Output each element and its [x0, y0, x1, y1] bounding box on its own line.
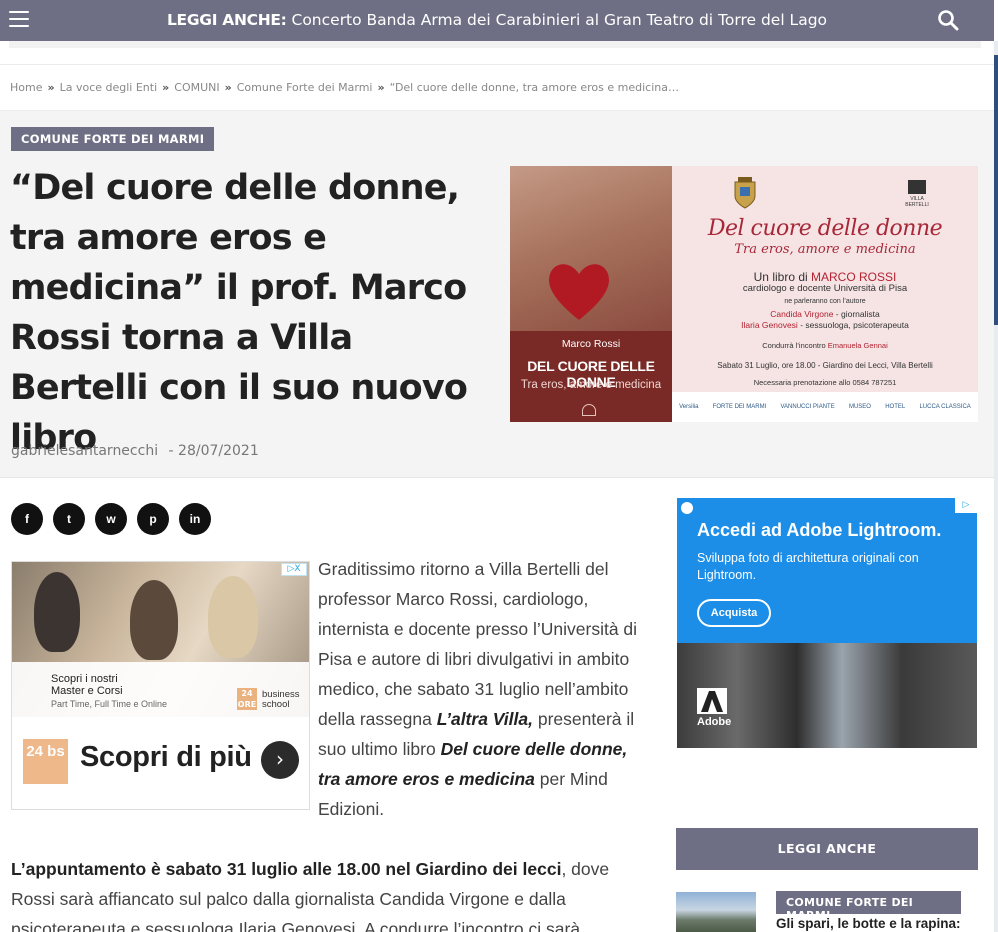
- whatsapp-icon: w: [106, 512, 116, 526]
- poster-subtitle: Tra eros, amore e medicina: [734, 242, 916, 257]
- whatsapp-share-button[interactable]: w: [95, 503, 127, 535]
- business-school-logo: 24 bs: [23, 739, 68, 784]
- cover-author: Marco Rossi: [561, 338, 621, 350]
- speaker1-name: Candida Virgone: [770, 309, 834, 319]
- poster-line-booking: Necessaria prenotazione allo 0584 787251: [753, 378, 897, 387]
- breadcrumb-separator: »: [47, 81, 55, 94]
- poster-line-host: Condurrà l’incontro Emanuela Gennai: [672, 341, 978, 350]
- ad-caption-title: Scopri i nostri Master e Corsi: [51, 673, 123, 697]
- breadcrumb-comune-forte-dei-marmi[interactable]: Comune Forte dei Marmi: [237, 81, 373, 94]
- top-bar: LEGGI ANCHE: Concerto Banda Arma dei Car…: [0, 0, 994, 41]
- poster-line-author: Un libro di MARCO ROSSI: [672, 270, 978, 284]
- host-name: Emanuela Gennai: [827, 341, 888, 350]
- linkedin-icon: in: [189, 512, 201, 526]
- ad-caption-subtitle: Part Time, Full Time e Online: [51, 699, 168, 709]
- ad-person-figure: [34, 572, 80, 652]
- poster-line-credentials: cardiologo e docente Università di Pisa: [742, 283, 908, 294]
- ad-person-figure: [130, 580, 178, 660]
- speaker2-role: - sessuologa, psicoterapeuta: [797, 320, 909, 330]
- ad-headline: Accedi ad Adobe Lightroom.: [697, 520, 942, 540]
- book-cover: Marco Rossi DEL CUORE DELLE DONNE Tra er…: [510, 166, 672, 422]
- poster-title: Del cuore delle donne: [707, 216, 943, 241]
- sponsor-logos: Versilia FORTE DEI MARMI VANNUCCI PIANTE…: [672, 392, 978, 422]
- inline-advertisement[interactable]: ▷X Scopri i nostri Master e Corsi Part T…: [11, 561, 310, 810]
- article-paragraph-1: Graditissimo ritorno a Villa Bertelli de…: [318, 554, 638, 824]
- article-hero: COMUNE FORTE DEI MARMI “Del cuore delle …: [0, 111, 994, 478]
- category-badge[interactable]: COMUNE FORTE DEI MARMI: [11, 127, 215, 151]
- villa-bertelli-logo: VILLA BERTELLI: [902, 180, 932, 208]
- breadcrumb: Home » La voce degli Enti » COMUNI » Comune Fo…: [0, 64, 994, 111]
- poster-author-name: MARCO ROSSI: [811, 270, 897, 284]
- ad-person-figure: [208, 576, 258, 658]
- villa-logo-text: VILLA BERTELLI: [905, 196, 929, 208]
- poster-line1-text: Un libro di: [753, 270, 811, 284]
- sponsor-logo: FORTE DEI MARMI: [712, 404, 767, 410]
- twitter-share-button[interactable]: t: [53, 503, 85, 535]
- related-article-thumbnail[interactable]: [676, 892, 756, 932]
- host-intro: Condurrà l’incontro: [762, 341, 828, 350]
- adobe-logo-icon: [697, 688, 727, 714]
- ad-brand-name: business school: [262, 689, 300, 710]
- linkedin-share-button[interactable]: in: [179, 503, 211, 535]
- sponsor-logo: Versilia: [679, 404, 699, 410]
- ad-info-icon[interactable]: [681, 502, 693, 514]
- sponsor-logo: MUSEO: [848, 404, 871, 410]
- event-details-highlight: L’appuntamento è sabato 31 luglio alle 1…: [11, 859, 562, 879]
- event-series-name: L’altra Villa,: [436, 709, 533, 729]
- poster-line-speaker1: Candida Virgone - giornalista: [672, 309, 978, 319]
- sponsor-logo: HOTEL: [885, 404, 906, 410]
- ad-buy-button[interactable]: Acquista: [697, 599, 771, 627]
- sponsor-logo: VANNUCCI PIANTE: [780, 404, 835, 410]
- related-article-title[interactable]: Gli spari, le botte e la rapina:: [776, 916, 981, 931]
- municipal-crest-icon: [734, 177, 756, 209]
- ticker-text[interactable]: Concerto Banda Arma dei Carabinieri al G…: [292, 11, 828, 29]
- publisher-logo-icon: [582, 404, 596, 416]
- breadcrumb-comuni[interactable]: COMUNI: [174, 81, 219, 94]
- adchoices-icon[interactable]: ▷: [955, 498, 977, 513]
- cover-subtitle: Tra eros, amore e medicina: [520, 379, 662, 391]
- article-paragraph-2: L’appuntamento è sabato 31 luglio alle 1…: [11, 854, 651, 932]
- facebook-icon: f: [25, 512, 29, 526]
- ad-brand-name: Adobe: [697, 716, 732, 728]
- search-icon[interactable]: [937, 9, 959, 31]
- leggi-anche-heading: LEGGI ANCHE: [676, 828, 978, 870]
- article-title: “Del cuore delle donne, tra amore eros e…: [10, 168, 468, 458]
- poster-info: VILLA BERTELLI Del cuore delle donne Tra…: [672, 166, 978, 422]
- breadcrumb-home[interactable]: Home: [10, 81, 42, 94]
- breadcrumb-current: “Del cuore delle donne, tra amore eros e…: [389, 81, 679, 94]
- speaker2-name: Ilaria Genovesi: [741, 320, 798, 330]
- ticker-label: LEGGI ANCHE:: [166, 11, 287, 29]
- twitter-icon: t: [67, 512, 71, 526]
- heart-icon: [549, 264, 609, 320]
- speaker1-role: - giornalista: [833, 309, 880, 319]
- ad-cta-text[interactable]: Scopri di più: [80, 741, 252, 774]
- breaking-news-ticker[interactable]: LEGGI ANCHE: Concerto Banda Arma dei Car…: [0, 11, 994, 29]
- sidebar-advertisement[interactable]: ▷ Accedi ad Adobe Lightroom. Sviluppa fo…: [677, 498, 977, 748]
- breadcrumb-la-voce-degli-enti[interactable]: La voce degli Enti: [60, 81, 158, 94]
- ad-cta-arrow-button[interactable]: ›: [261, 741, 299, 779]
- facebook-share-button[interactable]: f: [11, 503, 43, 535]
- poster-line-speaker2: Ilaria Genovesi - sessuologa, psicoterap…: [672, 320, 978, 330]
- event-poster-image: Marco Rossi DEL CUORE DELLE DONNE Tra er…: [510, 166, 978, 422]
- pinterest-icon: p: [149, 512, 157, 526]
- ad-description: Sviluppa foto di architettura originali …: [697, 551, 919, 582]
- breadcrumb-separator: »: [162, 81, 170, 94]
- related-category-badge[interactable]: COMUNE FORTE DEI MARMI: [776, 891, 961, 922]
- paragraph-text: Graditissimo ritorno a Villa Bertelli de…: [318, 559, 638, 729]
- poster-line-speakers-intro: ne parleranno con l’autore: [784, 298, 866, 305]
- page-scrollbar[interactable]: [994, 41, 998, 932]
- breadcrumb-separator: »: [224, 81, 232, 94]
- adchoices-icon[interactable]: ▷X: [281, 563, 307, 576]
- pinterest-share-button[interactable]: p: [137, 503, 169, 535]
- header-strip: [9, 41, 981, 48]
- byline: gabrielesantarnecchi - 28/07/2021: [11, 443, 259, 459]
- sponsor-logo: LUCCA CLASSICA: [919, 404, 971, 410]
- author-link[interactable]: gabrielesantarnecchi: [11, 443, 158, 459]
- publish-date: - 28/07/2021: [168, 443, 259, 459]
- breadcrumb-separator: »: [377, 81, 385, 94]
- business-school-logo-icon: 24 ORE: [237, 688, 257, 710]
- poster-line-datetime: Sabato 31 Luglio, ore 18.00 - Giardino d…: [717, 361, 933, 370]
